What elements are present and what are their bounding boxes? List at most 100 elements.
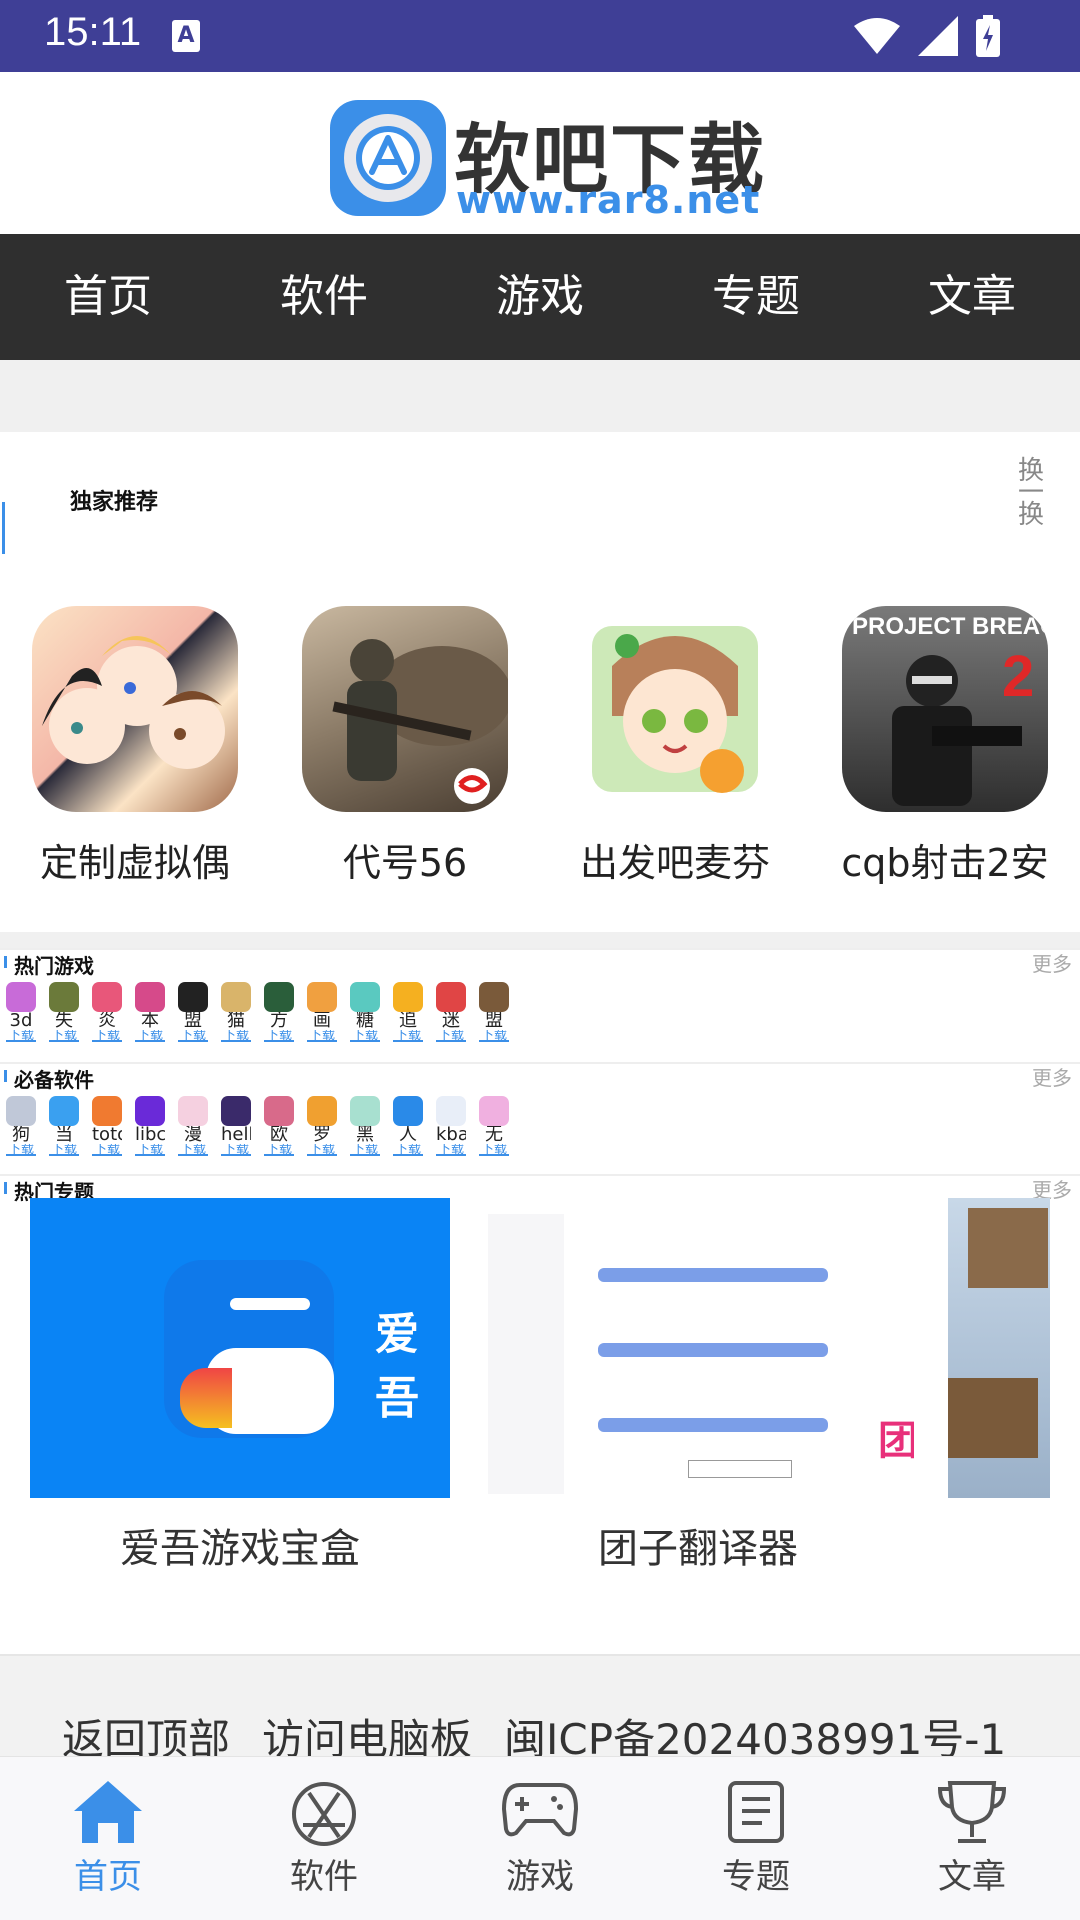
download-button[interactable]: 下载	[264, 1144, 294, 1156]
translator-row	[598, 1418, 828, 1432]
tab-articles[interactable]: 文章	[864, 1757, 1080, 1920]
section-accent-bar	[4, 1182, 7, 1194]
mini-app-item[interactable]: 猫下载	[221, 982, 251, 1042]
mini-app-item[interactable]: 炎下载	[92, 982, 122, 1042]
download-button[interactable]: 下载	[178, 1144, 208, 1156]
app-card[interactable]: 代号56	[270, 606, 540, 887]
download-button[interactable]: 下载	[6, 1144, 36, 1156]
download-button[interactable]: 下载	[307, 1030, 337, 1042]
mini-app-icon	[436, 982, 466, 1012]
mini-app-item[interactable]: toto下载	[92, 1096, 122, 1156]
mini-app-item[interactable]: 失下载	[49, 982, 79, 1042]
download-button[interactable]: 下载	[49, 1144, 79, 1156]
mini-app-name: 追	[399, 1012, 417, 1030]
exclusive-app-list: 定制虚拟偶 代号56 出发吧麦芬 PROJECT BREACH 2 cqb射击2安	[0, 606, 1080, 887]
download-button[interactable]: 下载	[92, 1030, 122, 1042]
mini-app-item[interactable]: 画下载	[307, 982, 337, 1042]
download-button[interactable]: 下载	[221, 1144, 251, 1156]
download-button[interactable]: 下载	[92, 1144, 122, 1156]
topic-name[interactable]: 爱吾游戏宝盒	[30, 1516, 450, 1574]
topic-banner-art	[948, 1378, 1038, 1458]
mini-app-item[interactable]: 当下载	[49, 1096, 79, 1156]
must-have-more-link[interactable]: 更多	[1032, 1062, 1072, 1091]
section-accent-bar	[4, 1070, 7, 1082]
app-card[interactable]: 出发吧麦芬	[540, 606, 810, 887]
nav-articles[interactable]: 文章	[864, 234, 1080, 360]
mini-app-item[interactable]: 欧下载	[264, 1096, 294, 1156]
mini-app-icon	[6, 1096, 36, 1126]
download-button[interactable]: 下载	[350, 1030, 380, 1042]
topic-name[interactable]: 团子翻译器	[488, 1516, 908, 1574]
mini-app-name: 狗	[12, 1126, 30, 1144]
download-button[interactable]: 下载	[436, 1144, 466, 1156]
mini-app-item[interactable]: 狗下载	[6, 1096, 36, 1156]
download-button[interactable]: 下载	[350, 1144, 380, 1156]
app-card[interactable]: PROJECT BREACH 2 cqb射击2安	[810, 606, 1080, 887]
document-icon	[728, 1781, 784, 1843]
tab-software[interactable]: 软件	[216, 1757, 432, 1920]
site-logo-icon[interactable]	[330, 100, 446, 216]
topic-card-banner[interactable]: 团	[488, 1198, 914, 1498]
mini-app-item[interactable]: 漫下载	[178, 1096, 208, 1156]
mini-app-item[interactable]: 无下载	[479, 1096, 509, 1156]
hot-games-more-link[interactable]: 更多	[1032, 948, 1072, 977]
download-button[interactable]: 下载	[221, 1030, 251, 1042]
nav-games[interactable]: 游戏	[432, 234, 648, 360]
mini-app-item[interactable]: 方下载	[264, 982, 294, 1042]
download-button[interactable]: 下载	[49, 1030, 79, 1042]
tab-topics[interactable]: 专题	[648, 1757, 864, 1920]
mini-app-name: toto	[92, 1126, 122, 1144]
logo-url[interactable]: www.rar8.net	[456, 178, 760, 222]
download-button[interactable]: 下载	[264, 1030, 294, 1042]
mini-app-name: hello	[221, 1126, 251, 1144]
top-nav: 首页 软件 游戏 专题 文章	[0, 234, 1080, 360]
mini-app-item[interactable]: 黑下载	[350, 1096, 380, 1156]
mini-app-item[interactable]: 追下载	[393, 982, 423, 1042]
mini-app-item[interactable]: hello下载	[221, 1096, 251, 1156]
mini-app-icon	[393, 1096, 423, 1126]
hot-games-title: 热门游戏	[14, 954, 94, 978]
hot-games-list: 3d 下载失下载炎下载本下载盟下载猫下载方下载画下载糖下载追下载迷下载盟下载	[6, 982, 509, 1042]
tab-home[interactable]: 首页	[0, 1757, 216, 1920]
nav-topics[interactable]: 专题	[648, 234, 864, 360]
mini-app-item[interactable]: 盟下载	[178, 982, 208, 1042]
download-button[interactable]: 下载	[393, 1144, 423, 1156]
mini-app-item[interactable]: libcl下载	[135, 1096, 165, 1156]
mini-app-item[interactable]: 迷下载	[436, 982, 466, 1042]
mini-app-item[interactable]: 盟下载	[479, 982, 509, 1042]
exclusive-title: 独家推荐	[70, 490, 159, 515]
mini-app-item[interactable]: 本下载	[135, 982, 165, 1042]
section-accent-bar	[2, 502, 5, 554]
download-button[interactable]: 下载	[393, 1030, 423, 1042]
divider	[0, 932, 1080, 948]
mini-app-item[interactable]: 糖下载	[350, 982, 380, 1042]
download-button[interactable]: 下载	[135, 1030, 165, 1042]
mini-app-item[interactable]: kba 下载	[436, 1096, 466, 1156]
topic-card-banner-partial[interactable]	[948, 1198, 1050, 1498]
mini-app-icon	[264, 982, 294, 1012]
nav-software[interactable]: 软件	[216, 234, 432, 360]
mini-app-name: 黑	[356, 1126, 374, 1144]
mini-app-item[interactable]: 人下载	[393, 1096, 423, 1156]
topic-card-banner[interactable]: 爱吾	[30, 1198, 450, 1498]
mini-app-icon	[264, 1096, 294, 1126]
download-button[interactable]: 下载	[436, 1030, 466, 1042]
mini-app-item[interactable]: 罗下载	[307, 1096, 337, 1156]
swap-button[interactable]: 换一换	[1016, 458, 1046, 528]
translator-row	[598, 1343, 828, 1357]
mini-app-icon	[178, 982, 208, 1012]
mini-app-name: 方	[270, 1012, 288, 1030]
app-card[interactable]: 定制虚拟偶	[0, 606, 270, 887]
footer: 返回顶部 访问电脑板 闽ICP备2024038991号-1	[0, 1656, 1080, 1764]
mini-app-icon	[221, 982, 251, 1012]
mini-app-item[interactable]: 3d 下载	[6, 982, 36, 1042]
mini-app-name: 无	[485, 1126, 503, 1144]
tab-games[interactable]: 游戏	[432, 1757, 648, 1920]
download-button[interactable]: 下载	[307, 1144, 337, 1156]
download-button[interactable]: 下载	[6, 1030, 36, 1042]
download-button[interactable]: 下载	[479, 1144, 509, 1156]
download-button[interactable]: 下载	[479, 1030, 509, 1042]
download-button[interactable]: 下载	[178, 1030, 208, 1042]
download-button[interactable]: 下载	[135, 1144, 165, 1156]
nav-home[interactable]: 首页	[0, 234, 216, 360]
